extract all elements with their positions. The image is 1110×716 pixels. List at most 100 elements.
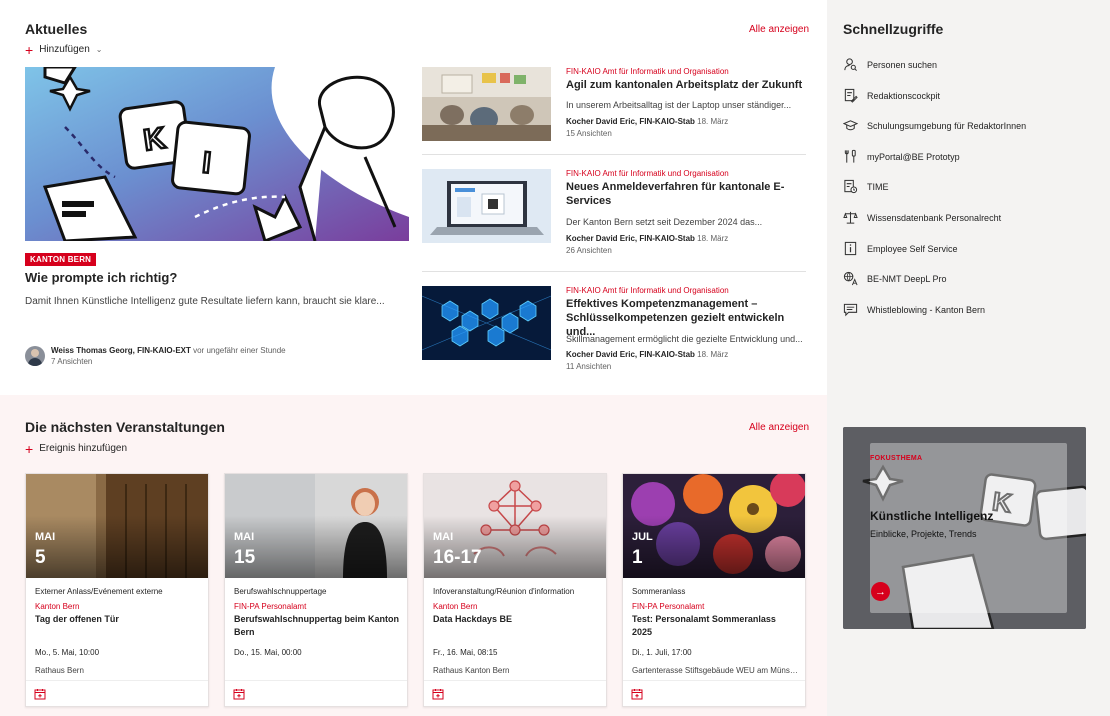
intranet-home: Aktuelles Alle anzeigen + Hinzufügen ⌄ K… [0,0,1110,716]
event-organizer: Kanton Bern [433,602,478,611]
add-to-calendar-icon[interactable] [432,688,444,700]
event-title[interactable]: Data Hackdays BE [433,613,599,626]
event-month: MAI [433,531,454,543]
quick-link-redaktionscockpit[interactable]: Redaktionscockpit [843,88,940,103]
quick-link-label: TIME [867,181,889,192]
news-thumbnail[interactable] [422,286,551,360]
news-title[interactable]: Agil zum kantonalen Arbeitsplatz der Zuk… [566,78,806,92]
event-title[interactable]: Test: Personalamt Sommeranlass 2025 [632,613,798,639]
event-location: Rathaus Kanton Bern [433,666,510,675]
scales-icon [843,211,858,224]
news-date: 18. März [697,350,729,359]
focus-topic-card[interactable]: K FOKUSTHEMA Künstliche Intelligenz Einb… [843,427,1086,629]
add-event-label: Ereignis hinzufügen [39,443,128,454]
event-type: Infoveranstaltung/Réunion d'information [433,587,575,596]
quick-link-whistleblowing[interactable]: Whistleblowing - Kanton Bern [843,302,985,317]
plus-icon: + [25,41,34,58]
news-add-button[interactable]: + Hinzufügen ⌄ [25,41,103,58]
focus-title[interactable]: Künstliche Intelligenz [870,509,993,523]
news-title[interactable]: Effektives Kompetenzmanagement – Schlüss… [566,297,806,339]
news-category: FIN-KAIO Amt für Informatik und Organisa… [566,169,729,178]
news-views: 26 Ansichten [566,246,612,255]
event-card[interactable]: MAI 15 Berufswahlschnuppertage FIN-PA Pe… [224,473,408,707]
news-see-all-link[interactable]: Alle anzeigen [749,24,809,35]
avatar[interactable] [25,346,45,366]
news-category: FIN-KAIO Amt für Informatik und Organisa… [566,67,729,76]
event-location: Gartenterasse Stiftsgebäude WEU am Münst… [632,666,798,675]
news-author[interactable]: Kocher David Eric, FIN-KAIO-Stab [566,117,695,126]
event-month: JUL [632,531,653,543]
add-event-button[interactable]: + Ereignis hinzufügen [25,442,128,456]
tools-icon [844,149,856,163]
quick-link-employee-self-service[interactable]: Employee Self Service [843,241,958,256]
quick-link-deepl[interactable]: BE-NMT DeepL Pro [843,271,947,286]
news-thumbnail[interactable] [422,67,551,141]
event-type: Berufswahlschnuppertage [234,587,327,596]
quick-link-label: Whistleblowing - Kanton Bern [867,304,986,315]
events-title: Die nächsten Veranstaltungen [25,419,225,435]
event-image [623,474,805,578]
quick-link-time[interactable]: TIME [843,179,889,194]
hero-description: Damit Ihnen Künstliche Intelligenz gute … [25,296,385,307]
event-organizer: Kanton Bern [35,602,80,611]
news-meta: Kocher David Eric, FIN-KAIO-Stab 18. Mär… [566,350,728,359]
event-month: MAI [234,531,255,543]
hero-author-name[interactable]: Weiss Thomas Georg, FIN-KAIO-EXT [51,346,191,355]
focus-label: FOKUSTHEMA [870,455,923,462]
quick-link-personen-suchen[interactable]: Personen suchen [843,57,937,72]
event-datetime: Fr., 16. Mai, 08:15 [433,648,498,657]
news-item[interactable]: FIN-KAIO Amt für Informatik und Organisa… [422,169,806,255]
event-card[interactable]: MAI 5 Externer Anlass/Evénement externe … [25,473,209,707]
hero-title[interactable]: Wie prompte ich richtig? [25,270,177,285]
hero-author-line: Weiss Thomas Georg, FIN-KAIO-EXT vor ung… [51,346,286,355]
news-add-label: Hinzufügen [39,44,90,55]
chevron-down-icon: ⌄ [95,45,103,54]
quick-links-title: Schnellzugriffe [843,21,944,37]
news-item[interactable]: FIN-KAIO Amt für Informatik und Organisa… [422,67,806,141]
news-title[interactable]: Neues Anmeldeverfahren für kantonale E-S… [566,180,806,208]
quick-link-label: BE-NMT DeepL Pro [867,273,947,284]
info-icon [844,241,857,256]
news-author[interactable]: Kocher David Eric, FIN-KAIO-Stab [566,234,695,243]
quick-links-sidebar: Schnellzugriffe Personen suchen Redaktio… [827,0,1110,716]
news-views: 11 Ansichten [566,362,612,371]
chat-icon [843,303,858,317]
quick-link-wissensdatenbank[interactable]: Wissensdatenbank Personalrecht [843,210,1001,225]
hero-views: 7 Ansichten [51,357,93,366]
add-to-calendar-icon[interactable] [233,688,245,700]
event-type: Externer Anlass/Evénement externe [35,587,163,596]
add-to-calendar-icon[interactable] [631,688,643,700]
news-meta: Kocher David Eric, FIN-KAIO-Stab 18. Mär… [566,117,728,126]
quick-link-label: Employee Self Service [867,243,958,254]
quick-link-label: Redaktionscockpit [867,90,941,101]
events-section: Die nächsten Veranstaltungen Alle anzeig… [0,395,827,716]
add-to-calendar-icon[interactable] [34,688,46,700]
news-author[interactable]: Kocher David Eric, FIN-KAIO-Stab [566,350,695,359]
hero-author-text: Weiss Thomas Georg, FIN-KAIO-EXT vor ung… [51,346,286,366]
translate-icon [843,271,858,286]
event-title[interactable]: Tag der offenen Tür [35,613,201,626]
quick-link-schulungsumgebung[interactable]: Schulungsumgebung für RedaktorInnen [843,118,1026,133]
news-section: Aktuelles Alle anzeigen + Hinzufügen ⌄ K… [0,0,827,395]
quick-link-label: Wissensdatenbank Personalrecht [867,212,1002,223]
event-day: 5 [35,547,46,568]
divider [422,271,806,272]
event-image [26,474,208,578]
event-footer [424,680,606,706]
news-description: Skillmanagement ermöglicht die gezielte … [566,334,803,344]
news-category: FIN-KAIO Amt für Informatik und Organisa… [566,286,729,295]
news-item[interactable]: FIN-KAIO Amt für Informatik und Organisa… [422,286,806,371]
arrow-right-icon[interactable]: → [871,582,890,601]
news-thumbnail[interactable] [422,169,551,243]
focus-subtitle: Einblicke, Projekte, Trends [870,529,977,539]
event-organizer: FIN-PA Personalamt [632,602,705,611]
quick-link-myportal[interactable]: myPortal@BE Prototyp [843,149,960,164]
event-organizer: FIN-PA Personalamt [234,602,307,611]
hero-image[interactable]: K I [25,67,409,241]
event-card[interactable]: JUL 1 Sommeranlass FIN-PA Personalamt Te… [622,473,806,707]
event-day: 1 [632,547,643,568]
events-see-all-link[interactable]: Alle anzeigen [749,422,809,433]
quick-link-label: myPortal@BE Prototyp [867,151,960,162]
event-title[interactable]: Berufswahlschnuppertag beim Kanton Bern [234,613,400,639]
event-card[interactable]: MAI 16-17 Infoveranstaltung/Réunion d'in… [423,473,607,707]
